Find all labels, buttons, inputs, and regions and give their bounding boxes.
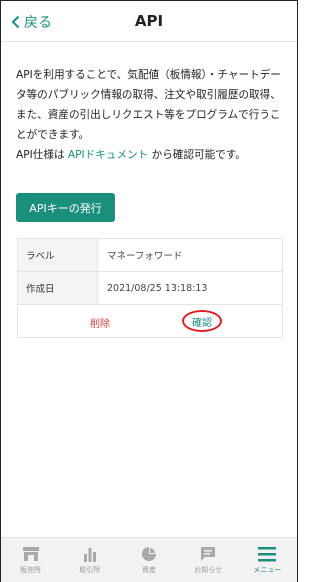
description-text: APIを利用することで、気配値（板情報）・チャートデータ等のパブリック情報の取得… — [16, 69, 281, 141]
tab-label: お知らせ — [194, 566, 223, 574]
bar-chart-icon — [83, 548, 96, 562]
api-document-link[interactable]: APIドキュメント — [68, 149, 148, 161]
confirm-button[interactable]: 確認 — [182, 310, 222, 332]
created-header: 作成日 — [17, 271, 98, 305]
issue-api-key-button[interactable]: APIキーの発行 — [16, 193, 115, 222]
created-value: 2021/08/25 13:18:13 — [97, 271, 283, 305]
store-icon — [22, 547, 39, 561]
api-key-table: ラベル マネーフォワード 作成日 2021/08/25 13:18:13 — [17, 238, 283, 305]
tab-label: 資産 — [142, 566, 156, 574]
delete-button[interactable]: 削除 — [90, 315, 110, 330]
tab-store[interactable]: 販売所 — [1, 538, 60, 582]
message-icon — [201, 547, 216, 561]
menu-icon — [258, 547, 277, 562]
tab-label: 取引所 — [79, 566, 101, 574]
tab-assets[interactable]: 資産 — [119, 538, 178, 582]
table-row: 作成日 2021/08/25 13:18:13 — [17, 271, 283, 305]
description-prefix: API仕様は — [16, 149, 68, 161]
back-button[interactable]: 戻る — [11, 12, 52, 32]
tab-label: 販売所 — [20, 566, 42, 574]
description-suffix: から確認可能です。 — [148, 149, 246, 161]
label-value: マネーフォワード — [97, 238, 283, 272]
tab-menu[interactable]: メニュー — [238, 538, 297, 582]
tab-exchange[interactable]: 取引所 — [60, 538, 119, 582]
pie-chart-icon — [142, 547, 156, 561]
api-description: APIを利用することで、気配値（板情報）・チャートデータ等のパブリック情報の取得… — [16, 65, 286, 165]
table-row: ラベル マネーフォワード — [17, 238, 283, 272]
api-key-actions: 削除 確認 — [17, 306, 283, 338]
bottom-tab-bar: 販売所 取引所 資産 お知らせ メニュー — [1, 537, 297, 582]
tab-label: メニュー — [253, 566, 282, 574]
confirm-label: 確認 — [192, 317, 212, 329]
label-header: ラベル — [17, 238, 98, 272]
back-label: 戻る — [24, 15, 52, 31]
tab-news[interactable]: お知らせ — [179, 538, 238, 582]
chevron-left-icon — [11, 15, 20, 29]
page-title: API — [134, 12, 164, 30]
header: 戻る API — [1, 1, 297, 42]
